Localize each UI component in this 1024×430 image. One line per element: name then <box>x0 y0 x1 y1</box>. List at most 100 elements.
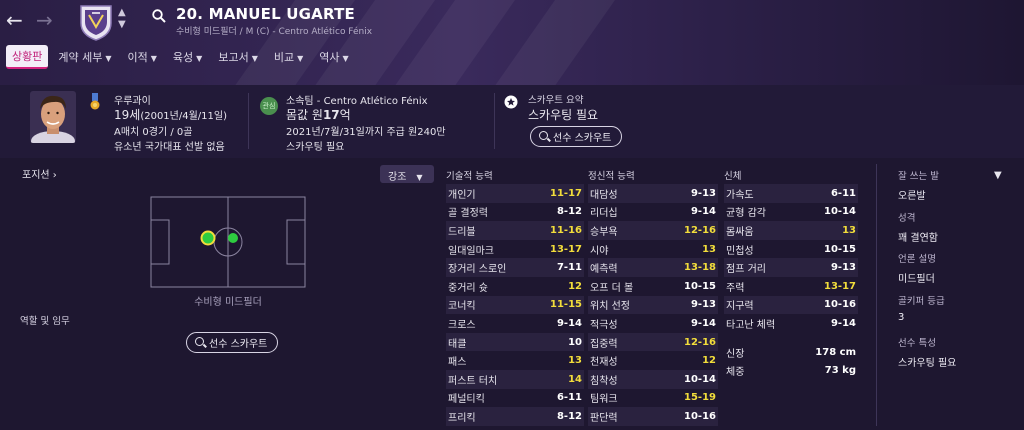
chevron-down-icon[interactable]: ▼ <box>994 170 1002 181</box>
forward-arrow-icon[interactable]: → <box>36 8 53 32</box>
tab-history[interactable]: 역사 ▼ <box>313 46 354 68</box>
attribute-row[interactable]: 균형 감각 10-14 <box>724 203 858 222</box>
button-label: 선수 스카우트 <box>209 339 268 350</box>
tab-development[interactable]: 육성 ▼ <box>167 46 208 68</box>
attribute-row[interactable]: 퍼스트 터치 14 <box>446 369 584 389</box>
attribute-row[interactable]: 타고난 체력 9-14 <box>724 314 858 333</box>
attribute-row[interactable]: 활동량13 <box>588 426 718 430</box>
back-arrow-icon[interactable]: ← <box>6 8 23 32</box>
attr-name: 시야 <box>590 245 609 257</box>
attr-value: 11-16 <box>550 224 582 236</box>
attribute-row[interactable]: 페널티킥 6-11 <box>446 389 584 408</box>
attr-value: 10-15 <box>824 243 856 255</box>
attr-name: 집중력 <box>590 338 618 350</box>
attribute-row[interactable]: 지구력 10-16 <box>724 295 858 315</box>
preferred-foot[interactable]: 잘 쓰는 발 오른발 <box>898 168 939 202</box>
attribute-row[interactable]: 프리킥 8-12 <box>446 407 584 426</box>
attribute-row[interactable]: 가속도 6-11 <box>724 184 858 203</box>
position-title[interactable]: 포지션 › <box>22 166 57 181</box>
attribute-row[interactable]: 민첩성 10-15 <box>724 240 858 259</box>
attr-value: 13 <box>568 355 582 367</box>
attribute-row[interactable]: 점프 거리 9-13 <box>724 258 858 277</box>
divider <box>248 93 249 149</box>
attr-name: 드리블 <box>448 226 476 238</box>
search-icon[interactable] <box>152 9 166 23</box>
attribute-row[interactable]: 예측력 13-18 <box>588 258 718 277</box>
value-amount: 17 <box>322 108 340 122</box>
attribute-row[interactable]: 태클 10 <box>446 332 584 352</box>
tab-label: 육성 <box>172 51 194 64</box>
dropdown-label: 강조 <box>388 172 407 183</box>
tab-label: 이적 <box>127 51 148 64</box>
attribute-row[interactable]: 일대일마크 13-17 <box>446 240 584 259</box>
tab-contract[interactable]: 계약 세부 ▼ <box>52 46 117 68</box>
club-name[interactable]: 소속팀 - Centro Atlético Fénix <box>286 92 428 107</box>
tab-transfer[interactable]: 이적 ▼ <box>122 46 163 68</box>
attribute-row[interactable]: 오프 더 볼 10-15 <box>588 277 718 296</box>
attr-name: 적극성 <box>590 319 618 331</box>
attribute-row[interactable]: 몸싸움 13 <box>724 221 858 240</box>
interest-badge[interactable]: 관심 <box>260 97 278 115</box>
highlight-dropdown[interactable]: 강조 ▼ <box>380 165 434 183</box>
player-avatar <box>30 91 76 143</box>
tab-compare[interactable]: 비교 ▼ <box>268 46 309 68</box>
attr-value: 11-17 <box>550 187 582 199</box>
attribute-row[interactable]: 크로스 9-14 <box>446 314 584 333</box>
age: 19세 <box>114 108 141 122</box>
birth-date: (2001년/4월/11일) <box>140 111 227 122</box>
attr-name: 천재성 <box>590 357 618 369</box>
attr-value: 12 <box>702 355 716 367</box>
attr-name: 점프 거리 <box>726 264 766 276</box>
button-label: 선수 스카우트 <box>553 133 612 144</box>
attribute-row[interactable]: 승부욕 12-16 <box>588 221 718 240</box>
chevron-down-icon: ▼ <box>105 54 112 63</box>
attribute-row[interactable]: 집중력 12-16 <box>588 332 718 352</box>
attribute-row[interactable]: 장거리 스로인 7-11 <box>446 258 584 277</box>
attribute-row[interactable]: 위치 선정 9-13 <box>588 295 718 315</box>
attr-name: 민첩성 <box>726 245 754 257</box>
attr-value: 6-11 <box>830 187 856 199</box>
traits-label: 선수 특성 <box>898 338 936 349</box>
youth-caps: 유소년 국가대표 선발 없음 <box>114 142 225 153</box>
technical-title: 기술적 능력 <box>446 171 493 182</box>
attr-name: 일대일마크 <box>448 245 494 257</box>
attribute-row[interactable]: 적극성 9-14 <box>588 314 718 333</box>
attribute-row[interactable]: 리더십 9-14 <box>588 203 718 222</box>
club-crest-icon[interactable] <box>78 3 114 41</box>
attribute-row[interactable]: 헤더12-16 <box>446 426 584 430</box>
tab-reports[interactable]: 보고서 ▼ <box>212 46 264 68</box>
player-traits: 선수 특성 스카우팅 필요 <box>898 335 956 369</box>
tab-label: 역사 <box>319 51 340 64</box>
scout-player-button[interactable]: 선수 스카우트 <box>530 126 623 147</box>
attr-value: 7-11 <box>556 262 582 274</box>
tab-label: 보고서 <box>218 51 249 64</box>
attribute-row[interactable]: 침착성 10-14 <box>588 369 718 389</box>
attr-name: 위치 선정 <box>590 301 630 313</box>
traits-value: 스카우팅 필요 <box>898 358 957 369</box>
attribute-row[interactable]: 코너킥 11-15 <box>446 295 584 315</box>
gk-value: 3 <box>898 312 905 323</box>
attribute-row[interactable]: 골 결정력 8-12 <box>446 203 584 222</box>
attribute-row[interactable]: 패스 13 <box>446 351 584 370</box>
attribute-row[interactable]: 천재성 12 <box>588 351 718 370</box>
attribute-row[interactable]: 주력 13-17 <box>724 277 858 296</box>
attr-value: 9-14 <box>556 317 582 329</box>
attribute-row[interactable]: 중거리 슛 12 <box>446 277 584 296</box>
caps: A매치 0경기 / 0골 <box>114 127 193 138</box>
tab-overview[interactable]: 상황판 <box>6 45 49 69</box>
personality-value: 꽤 결연함 <box>898 233 938 244</box>
role-scout-button[interactable]: 선수 스카우트 <box>186 332 279 353</box>
attribute-row[interactable]: 시야 13 <box>588 240 718 259</box>
tab-label: 계약 세부 <box>58 51 103 64</box>
attr-value: 10-15 <box>684 280 716 292</box>
updown-arrows-icon[interactable]: ▲ ▼ <box>118 7 126 31</box>
attribute-row[interactable]: 개인기 11-17 <box>446 184 584 203</box>
attribute-row[interactable]: 대담성 9-13 <box>588 184 718 203</box>
physical-rows: 가속도 6-11 균형 감각 10-14 몸싸움 13 민첩성 10-15 점프 거리 9-13 주… <box>724 184 858 333</box>
attr-name: 퍼스트 터치 <box>448 375 498 387</box>
role-title: 역할 및 임무 <box>20 316 70 327</box>
attribute-row[interactable]: 판단력 10-16 <box>588 407 718 426</box>
physical-title: 신체 <box>724 171 742 182</box>
attribute-row[interactable]: 팀워크 15-19 <box>588 389 718 408</box>
attribute-row[interactable]: 드리블 11-16 <box>446 221 584 240</box>
